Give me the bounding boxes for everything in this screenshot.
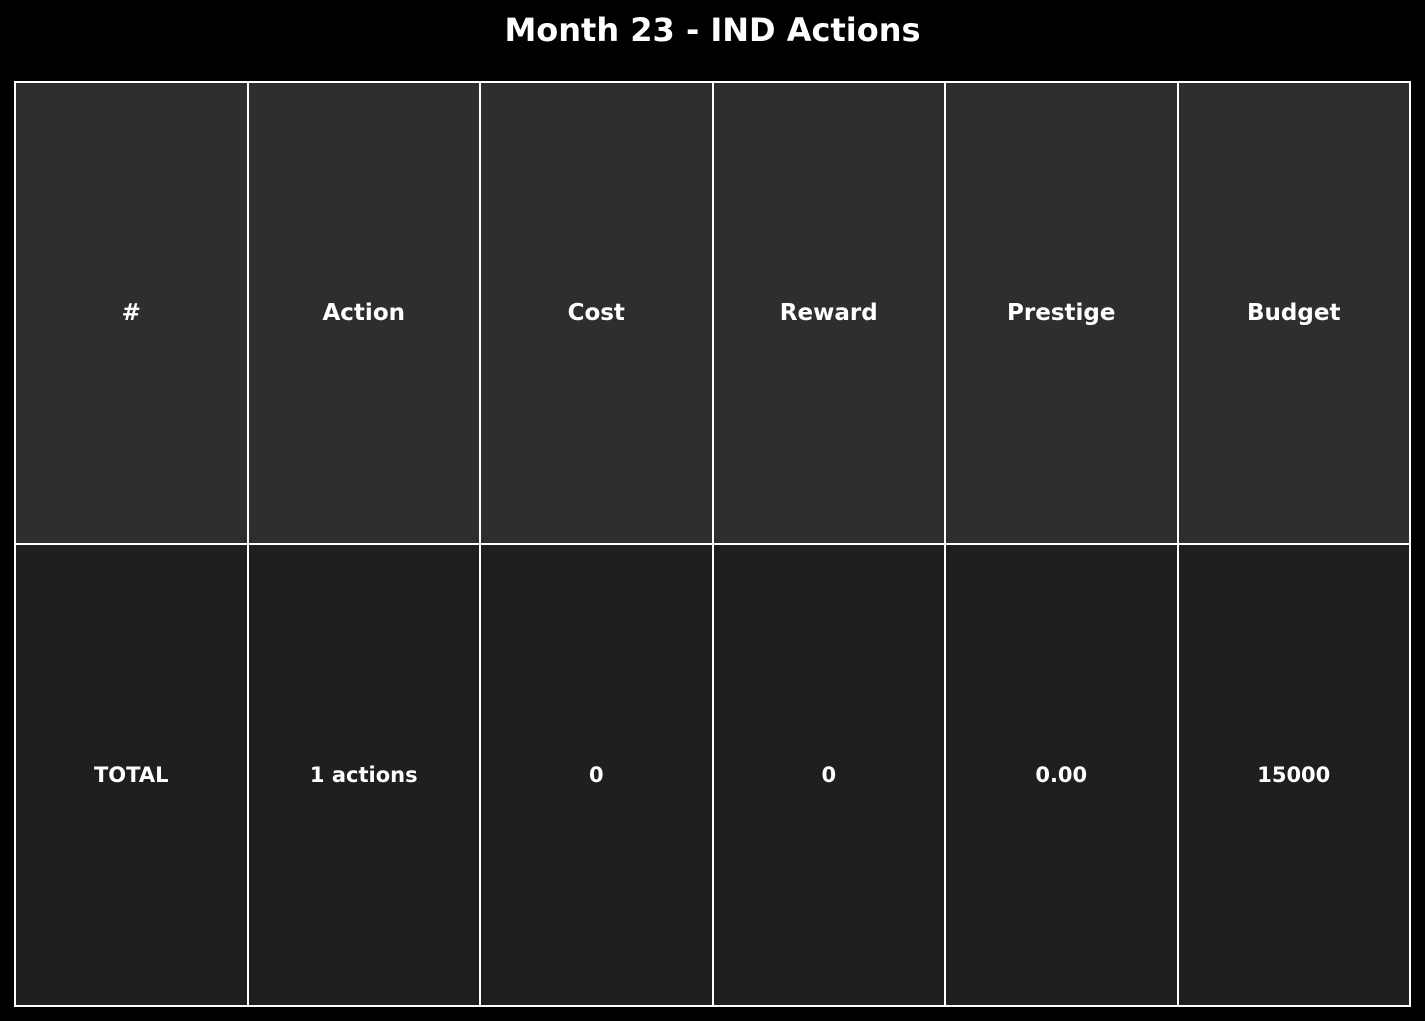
column-header-number: #	[14, 81, 249, 545]
cell-action: 1 actions	[246, 543, 481, 1007]
column-header-prestige: Prestige	[944, 81, 1179, 545]
column-header-cost: Cost	[479, 81, 714, 545]
cell-reward: 0	[711, 543, 946, 1007]
table-title: Month 23 - IND Actions	[504, 11, 921, 49]
actions-table: # Action Cost Reward Prestige Budget TOT…	[14, 81, 1411, 1007]
cell-number: TOTAL	[14, 543, 249, 1007]
cell-budget: 15000	[1176, 543, 1411, 1007]
table-row: TOTAL 1 actions 0 0 0.00 15000	[14, 543, 1411, 1007]
cell-cost: 0	[479, 543, 714, 1007]
cell-prestige: 0.00	[944, 543, 1179, 1007]
column-header-budget: Budget	[1176, 81, 1411, 545]
table-header-row: # Action Cost Reward Prestige Budget	[14, 81, 1411, 545]
column-header-action: Action	[246, 81, 481, 545]
column-header-reward: Reward	[711, 81, 946, 545]
